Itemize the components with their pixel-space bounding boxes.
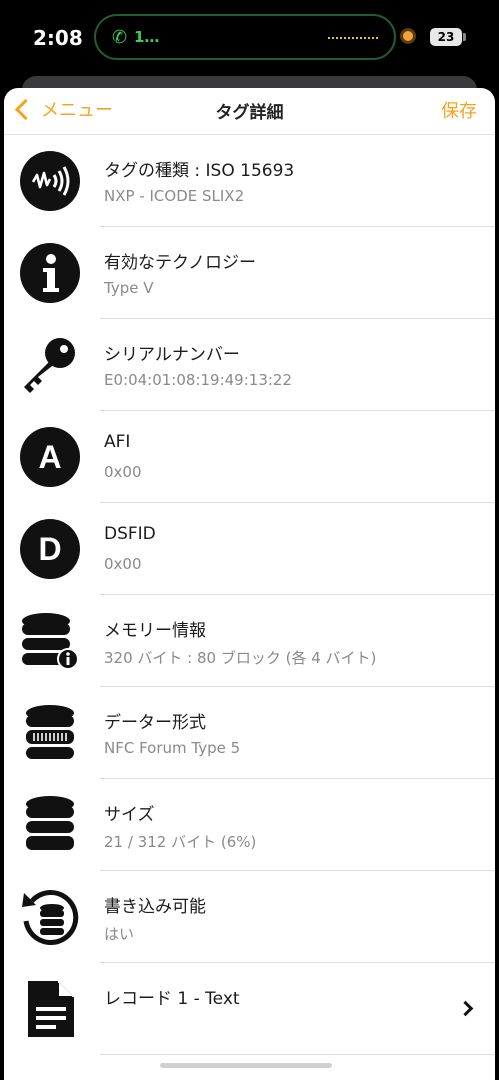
row-title: メモリー情報 — [104, 621, 206, 641]
database-rewrite-icon — [22, 890, 79, 945]
page-title: タグ詳細 — [215, 103, 284, 123]
status-bar: 2:08 ✆ 1… 23 — [0, 0, 499, 75]
navigation-bar: メニュー タグ詳細 保存 — [4, 88, 495, 135]
row-subtitle: NXP - ICODE SLIX2 — [104, 187, 245, 205]
icon-letter: D — [38, 531, 61, 567]
document-icon — [28, 981, 74, 1037]
audio-wave-icon — [328, 37, 378, 41]
row-title: DSFID — [104, 524, 156, 544]
row-title: シリアルナンバー — [104, 345, 240, 365]
row-title: データー形式 — [104, 713, 206, 733]
icon-letter: A — [38, 439, 61, 475]
row-title: AFI — [104, 432, 131, 452]
call-label: 1… — [134, 28, 160, 46]
letter-d-icon: D — [20, 519, 80, 579]
row-subtitle: E0:04:01:08:19:49:13:22 — [104, 371, 293, 389]
row-subtitle: 21 / 312 バイト (6%) — [104, 833, 257, 851]
list-item-dsfid: D DSFID 0x00 — [4, 503, 495, 595]
divider — [100, 1054, 495, 1055]
battery-level: 23 — [430, 28, 462, 46]
mic-indicator-icon — [403, 31, 413, 41]
row-subtitle: NFC Forum Type 5 — [104, 739, 241, 757]
database-info-icon — [22, 613, 79, 670]
row-title: 有効なテクノロジー — [104, 253, 256, 273]
list-item-writable: 書き込み可能 はい — [4, 871, 495, 963]
list-item-technology: 有効なテクノロジー Type V — [4, 227, 495, 319]
row-title: サイズ — [104, 805, 155, 825]
row-title: 書き込み可能 — [104, 897, 206, 917]
row-subtitle: Type V — [104, 279, 154, 297]
info-icon — [20, 243, 80, 303]
row-subtitle: 320 バイト : 80 ブロック (各 4 バイト) — [104, 649, 377, 667]
list-item-afi: A AFI 0x00 — [4, 411, 495, 503]
list-item-serial-number: シリアルナンバー E0:04:01:08:19:49:13:22 — [4, 319, 495, 411]
nfc-signal-icon — [20, 151, 80, 211]
battery-tip — [463, 33, 466, 41]
row-subtitle: はい — [104, 925, 135, 943]
list-item-tag-type: タグの種類 : ISO 15693 NXP - ICODE SLIX2 — [4, 135, 495, 227]
letter-a-icon: A — [20, 427, 80, 487]
detail-list: タグの種類 : ISO 15693 NXP - ICODE SLIX2 有効なテ… — [4, 135, 495, 1055]
list-item-data-format: データー形式 NFC Forum Type 5 — [4, 687, 495, 779]
database-icon — [26, 796, 74, 850]
row-subtitle: 0x00 — [104, 463, 142, 481]
active-call-pill[interactable]: ✆ 1… — [94, 14, 396, 60]
row-title: レコード 1 - Text — [104, 989, 240, 1009]
tag-detail-sheet: メニュー タグ詳細 保存 タグの種類 : ISO 15693 NXP - ICO… — [4, 88, 495, 1080]
chevron-right-icon — [457, 1000, 474, 1017]
list-item-memory-info: メモリー情報 320 バイト : 80 ブロック (各 4 バイト) — [4, 595, 495, 687]
save-button[interactable]: 保存 — [441, 97, 477, 123]
list-item-size: サイズ 21 / 312 バイト (6%) — [4, 779, 495, 871]
home-indicator[interactable] — [160, 1063, 332, 1068]
database-format-icon — [26, 705, 74, 759]
phone-icon: ✆ — [112, 27, 128, 48]
key-icon — [24, 338, 75, 393]
status-time: 2:08 — [33, 26, 83, 50]
row-subtitle: 0x00 — [104, 555, 142, 573]
list-item-record[interactable]: レコード 1 - Text — [4, 963, 495, 1055]
row-title: タグの種類 : ISO 15693 — [104, 161, 295, 181]
